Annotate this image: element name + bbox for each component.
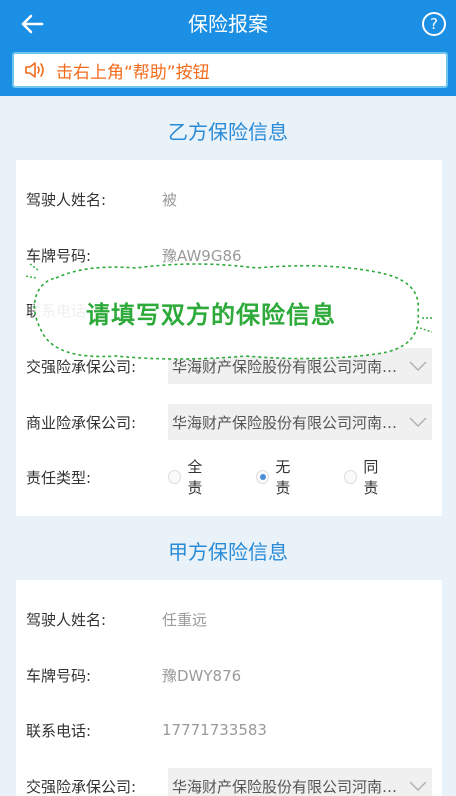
compulsory-insurer-select[interactable]: 华海财产保险股份有限公司河南分公司 — [168, 348, 432, 384]
liability-label: 责任类型: — [26, 468, 92, 487]
chevron-down-icon — [404, 348, 432, 384]
commercial-insurer-label: 商业险承保公司: — [26, 413, 137, 432]
liability-radio-group: 全责 无责 同责 — [168, 457, 432, 497]
radio-circle-icon — [168, 470, 182, 484]
compulsory-insurer-value: 华海财产保险股份有限公司河南分公司 — [172, 777, 404, 796]
notice-banner: 击右上角“帮助”按钮 — [12, 52, 448, 88]
commercial-insurer-value: 华海财产保险股份有限公司河南分公司 — [172, 413, 404, 432]
party-b-section-title: 乙方保险信息 — [168, 120, 288, 144]
liability-radio-none[interactable]: 无责 — [256, 456, 304, 498]
plate-label: 车牌号码: — [26, 666, 92, 685]
driver-value[interactable]: 被 — [162, 189, 177, 210]
party-a-phone-row: 联系电话: 17771733583 — [26, 710, 432, 750]
driver-value[interactable]: 任重远 — [162, 609, 207, 630]
radio-label: 全责 — [187, 458, 203, 497]
guide-text: 请填写双方的保险信息 — [86, 301, 336, 329]
radio-label: 无责 — [275, 458, 291, 497]
help-button[interactable]: ? — [422, 12, 446, 36]
driver-label: 驾驶人姓名: — [26, 610, 107, 629]
commercial-insurer-select[interactable]: 华海财产保险股份有限公司河南分公司 — [168, 404, 432, 440]
chevron-down-icon — [404, 404, 432, 440]
liability-radio-shared[interactable]: 同责 — [344, 456, 392, 498]
party-b-driver-row: 驾驶人姓名: 被 — [26, 179, 432, 219]
notice-text: 击右上角“帮助”按钮 — [56, 62, 210, 83]
compulsory-insurer-label: 交强险承保公司: — [26, 777, 137, 796]
radio-checked-icon — [256, 470, 270, 484]
party-a-card: 驾驶人姓名: 任重远 车牌号码: 豫DWY876 联系电话: 177717335… — [16, 580, 442, 796]
phone-label: 联系电话: — [26, 721, 92, 740]
liability-radio-full[interactable]: 全责 — [168, 456, 216, 498]
compulsory-insurer-select[interactable]: 华海财产保险股份有限公司河南分公司 — [168, 768, 432, 796]
speaker-icon — [25, 62, 44, 78]
phone-value[interactable]: 17771733583 — [162, 721, 267, 739]
party-a-compulsory-row: 交强险承保公司: 华海财产保险股份有限公司河南分公司 — [26, 766, 432, 796]
driver-label: 驾驶人姓名: — [26, 190, 107, 209]
party-b-card: 驾驶人姓名: 被 车牌号码: 豫AW9G86 联系电话 交强险承保公司: 华海财… — [16, 160, 442, 516]
compulsory-insurer-label: 交强险承保公司: — [26, 357, 137, 376]
page-title: 保险报案 — [188, 12, 268, 36]
party-b-plate-row: 车牌号码: 豫AW9G86 — [26, 235, 432, 275]
party-a-driver-row: 驾驶人姓名: 任重远 — [26, 599, 432, 639]
radio-label: 同责 — [363, 458, 379, 497]
party-b-compulsory-row: 交强险承保公司: 华海财产保险股份有限公司河南分公司 — [26, 346, 432, 386]
notice-area: 击右上角“帮助”按钮 — [0, 48, 456, 96]
party-b-commercial-row: 商业险承保公司: 华海财产保险股份有限公司河南分公司 — [26, 402, 432, 442]
compulsory-insurer-value: 华海财产保险股份有限公司河南分公司 — [172, 357, 404, 376]
party-b-liability-row: 责任类型: 全责 无责 同责 — [26, 457, 432, 497]
plate-label: 车牌号码: — [26, 246, 92, 265]
plate-value[interactable]: 豫AW9G86 — [162, 245, 242, 266]
plate-value[interactable]: 豫DWY876 — [162, 665, 241, 686]
party-a-plate-row: 车牌号码: 豫DWY876 — [26, 655, 432, 695]
party-a-section-title: 甲方保险信息 — [168, 540, 288, 564]
radio-circle-icon — [344, 470, 358, 484]
chevron-down-icon — [404, 768, 432, 796]
top-nav-bar: 保险报案 ? — [0, 0, 456, 48]
